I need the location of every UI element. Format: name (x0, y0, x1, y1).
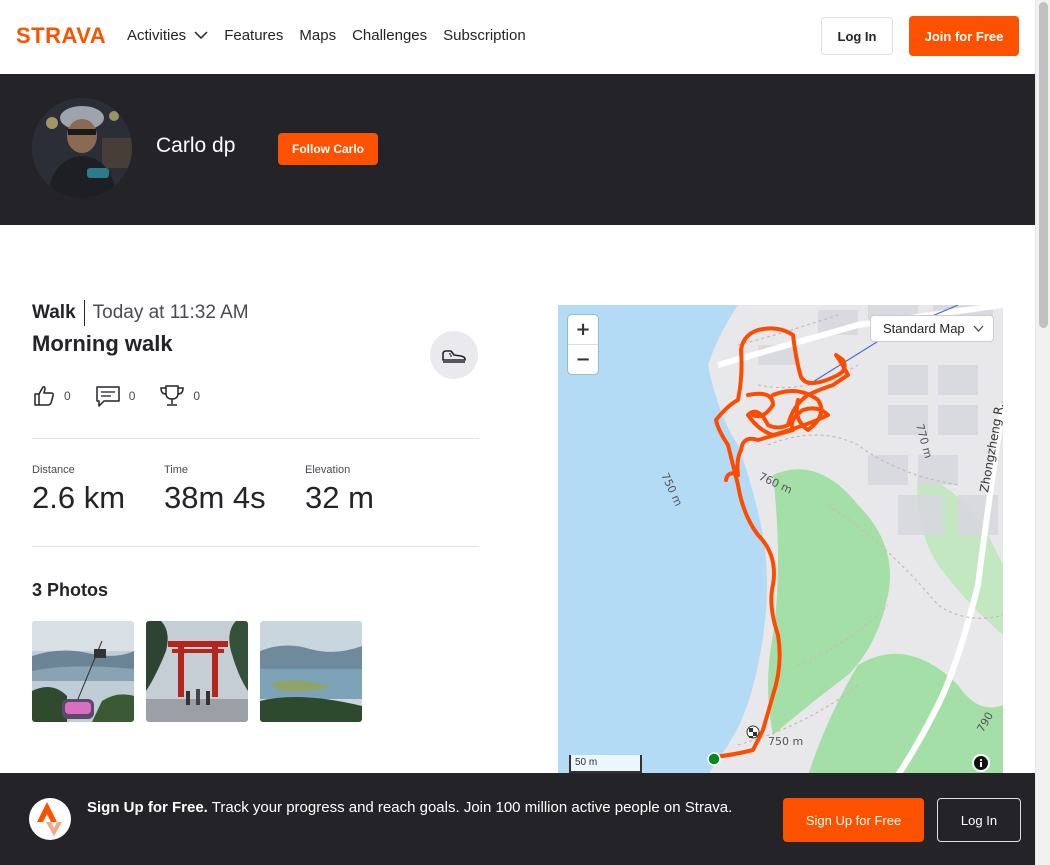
strava-logo[interactable]: STRAVA (16, 23, 111, 50)
stat-distance: Distance 2.6 km (32, 464, 164, 516)
contour-label: 750 m (768, 735, 803, 748)
login-button[interactable]: Log In (821, 17, 893, 55)
divider (32, 438, 479, 439)
achievements-button[interactable]: 0 (159, 384, 200, 408)
photo-thumbnail[interactable] (32, 621, 134, 722)
stat-label: Time (164, 464, 189, 476)
nav-features[interactable]: Features (224, 25, 283, 45)
banner-login-button[interactable]: Log In (937, 798, 1021, 842)
sport-badge (430, 331, 478, 379)
shoe-icon (442, 350, 466, 363)
info-icon (974, 756, 988, 770)
map-scale-bar: 50 m (569, 755, 642, 773)
photo-thumbnail[interactable] (146, 621, 248, 722)
photos-row (32, 621, 362, 722)
banner-headline: Sign Up for Free. (87, 799, 208, 816)
route-map[interactable]: 750 m 760 m 770 m 790 750 m Zhongzheng R… (558, 305, 1003, 775)
comments-count: 0 (128, 389, 136, 403)
page-scrollbar[interactable] (1035, 0, 1050, 865)
activity-date: Today at 11:32 AM (92, 302, 249, 323)
chevron-down-icon (973, 325, 984, 332)
social-row: 0 0 0 (32, 384, 224, 408)
stat-elevation: Elevation 32 m (305, 464, 374, 516)
athlete-header: Carlo dp Follow Carlo (0, 74, 1035, 225)
activity-title: Morning walk (32, 331, 173, 356)
join-for-free-button[interactable]: Join for Free (909, 16, 1019, 56)
banner-signup-button[interactable]: Sign Up for Free (783, 798, 924, 842)
follow-button[interactable]: Follow Carlo (278, 133, 378, 165)
scrollbar-thumb[interactable] (1039, 2, 1048, 328)
thumbs-up-icon (34, 386, 54, 406)
comments-button[interactable]: 0 (95, 384, 136, 408)
signup-banner: Sign Up for Free. Track your progress an… (0, 773, 1035, 865)
map-canvas: 750 m 760 m 770 m 790 750 m Zhongzheng R… (558, 305, 1003, 775)
athlete-name[interactable]: Carlo dp (156, 134, 235, 158)
chevron-down-icon (194, 31, 208, 39)
athlete-avatar[interactable] (32, 98, 132, 198)
map-style-select[interactable]: Standard Map (870, 315, 994, 342)
banner-text: Sign Up for Free. Track your progress an… (87, 797, 767, 819)
zoom-in-button[interactable]: + (568, 315, 598, 344)
nav-links: Activities Features Maps Challenges Subs… (127, 25, 542, 45)
divider (32, 546, 479, 547)
nav-activities[interactable]: Activities (127, 25, 208, 45)
nav-subscription[interactable]: Subscription (443, 25, 526, 45)
map-info-button[interactable] (972, 754, 990, 772)
stat-value: 38m 4s (164, 480, 266, 515)
stat-label: Distance (32, 464, 75, 476)
banner-body: Track your progress and reach goals. Joi… (211, 799, 733, 816)
stat-value: 32 m (305, 480, 374, 515)
stats-row: Distance 2.6 km Time 38m 4s Elevation 32… (32, 464, 374, 516)
nav-challenges[interactable]: Challenges (352, 25, 427, 45)
stat-label: Elevation (305, 464, 351, 476)
strava-chevron-icon (37, 802, 62, 836)
strava-logo-text: STRAVA (16, 25, 106, 45)
map-style-label: Standard Map (883, 321, 965, 336)
trophy-icon (160, 385, 185, 406)
achievements-count: 0 (193, 389, 201, 403)
activity-meta: Walk Today at 11:32 AM (32, 300, 249, 326)
zoom-control: + − (568, 315, 598, 374)
route-start-marker (707, 752, 721, 766)
nav-maps[interactable]: Maps (299, 25, 336, 45)
nav-activities-label: Activities (127, 26, 187, 44)
zoom-out-button[interactable]: − (568, 344, 598, 373)
stat-value: 2.6 km (32, 480, 126, 515)
activity-type: Walk (32, 300, 85, 326)
strava-app-logo (29, 798, 71, 840)
kudos-button[interactable]: 0 (32, 384, 71, 408)
kudos-count: 0 (64, 389, 71, 403)
photo-thumbnail[interactable] (260, 621, 362, 722)
stat-time: Time 38m 4s (164, 464, 305, 516)
photos-title: 3 Photos (32, 580, 109, 600)
top-nav: STRAVA Activities Features Maps Challeng… (0, 0, 1035, 74)
comment-icon (95, 386, 120, 407)
